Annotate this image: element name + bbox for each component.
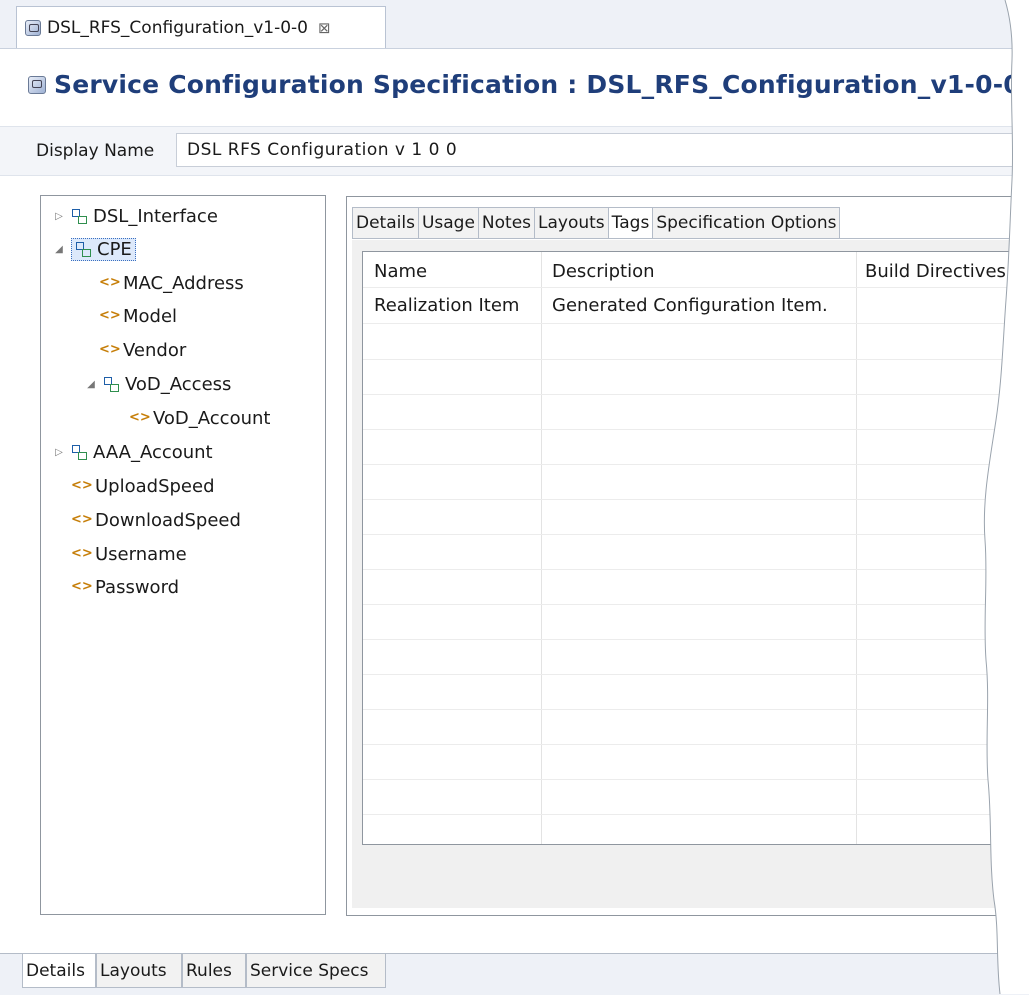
tree-item-uploadspeed[interactable]: <> UploadSpeed	[71, 472, 215, 500]
tree-item-downloadspeed[interactable]: <> DownloadSpeed	[71, 506, 241, 534]
page-title: Service Configuration Specification : DS…	[28, 70, 1021, 99]
table-row-empty	[363, 534, 1029, 570]
table-cell-name: Realization Item	[374, 295, 520, 316]
tree-item-aaa-account[interactable]: ▷ AAA_Account	[53, 438, 213, 466]
table-row-empty	[363, 324, 1029, 360]
tree-item-label: UploadSpeed	[95, 475, 215, 497]
tab-details[interactable]: Details	[352, 207, 418, 239]
table-row-empty	[363, 604, 1029, 640]
collapse-icon[interactable]: ◢	[85, 379, 97, 390]
table-row-empty	[363, 744, 1029, 780]
tab-divider	[352, 238, 1029, 239]
tree-item-dsl-interface[interactable]: ▷ DSL_Interface	[53, 202, 218, 230]
tree-item-label: AAA_Account	[93, 441, 213, 463]
column-header-name[interactable]: Name	[374, 261, 427, 282]
table-row-empty	[363, 394, 1029, 430]
tree-item-label: DownloadSpeed	[95, 509, 241, 531]
tree-item-label: Password	[95, 576, 180, 598]
table-row-empty	[363, 464, 1029, 500]
bottom-tab-service-specs[interactable]: Service Specs	[246, 954, 386, 988]
table-row-empty	[363, 814, 1029, 844]
page-title-text: Service Configuration Specification : DS…	[54, 70, 1021, 99]
element-icon: <>	[99, 308, 121, 323]
selected-node[interactable]: CPE	[71, 237, 136, 261]
tab-notes[interactable]: Notes	[477, 207, 535, 239]
close-icon[interactable]: ⊠	[318, 19, 331, 37]
tab-layouts[interactable]: Layouts	[534, 207, 608, 239]
table-cell-description: Generated Configuration Item.	[552, 295, 828, 316]
tree-item-label: CPE	[97, 238, 132, 260]
tree-item-username[interactable]: <> Username	[71, 540, 187, 568]
tree-item-vod-account[interactable]: <> VoD_Account	[129, 404, 270, 432]
bottom-tab-bar: Details Layouts Rules Service Specs	[0, 953, 1029, 995]
expand-icon[interactable]: ▷	[53, 447, 65, 458]
tab-usage[interactable]: Usage	[417, 207, 478, 239]
table-row-empty	[363, 499, 1029, 535]
spec-icon	[28, 75, 46, 94]
bottom-tab-details[interactable]: Details	[22, 954, 96, 988]
tree-item-label: Model	[123, 305, 178, 327]
structure-icon	[71, 444, 87, 460]
bottom-tab-rules[interactable]: Rules	[182, 954, 246, 988]
tree-item-vod-access[interactable]: ◢ VoD_Access	[85, 370, 231, 398]
display-name-row: Display Name DSL RFS Configuration v 1 0…	[0, 126, 1029, 176]
table-row-empty	[363, 569, 1029, 605]
element-icon: <>	[71, 512, 93, 527]
element-icon: <>	[71, 546, 93, 561]
tree-item-label: MAC_Address	[123, 272, 244, 294]
table-row-empty	[363, 639, 1029, 675]
element-icon: <>	[129, 410, 151, 425]
structure-icon	[75, 241, 91, 257]
expand-icon[interactable]: ▷	[53, 211, 65, 222]
tree-item-label: VoD_Access	[125, 373, 232, 395]
tab-tags[interactable]: Tags	[607, 207, 653, 239]
table-row-empty	[363, 429, 1029, 465]
editor-tab[interactable]: DSL_RFS_Configuration_v1-0-0 ⊠	[16, 6, 386, 48]
tree-item-vendor[interactable]: <> Vendor	[99, 336, 186, 364]
display-name-field[interactable]: DSL RFS Configuration v 1 0 0	[176, 133, 1029, 167]
table-row-empty	[363, 779, 1029, 815]
display-name-label: Display Name	[36, 141, 155, 161]
element-icon: <>	[99, 342, 121, 357]
collapse-icon[interactable]: ◢	[53, 244, 65, 255]
table-row-empty	[363, 359, 1029, 395]
editor-tab-label: DSL_RFS_Configuration_v1-0-0	[47, 17, 309, 38]
element-icon: <>	[99, 275, 121, 290]
editor-tab-bar: DSL_RFS_Configuration_v1-0-0 ⊠	[0, 0, 1029, 49]
structure-icon	[71, 208, 87, 224]
structure-icon	[103, 376, 119, 392]
tree-item-mac-address[interactable]: <> MAC_Address	[99, 269, 244, 297]
structure-tree[interactable]: ▷ DSL_Interface ◢ CPE <> MAC_Address <> …	[40, 195, 326, 915]
column-header-build-directives[interactable]: Build Directives	[865, 261, 1006, 282]
element-icon: <>	[71, 478, 93, 493]
tab-specification-options[interactable]: Specification Options	[652, 207, 841, 239]
column-header-description[interactable]: Description	[552, 261, 655, 282]
tree-item-label: VoD_Account	[153, 407, 271, 429]
tree-item-cpe[interactable]: ◢ CPE	[53, 235, 136, 263]
table-header-row: Name Description Build Directives	[363, 252, 1029, 288]
spec-icon	[25, 19, 41, 36]
tree-item-password[interactable]: <> Password	[71, 573, 179, 601]
tree-item-label: DSL_Interface	[93, 205, 218, 227]
table-row[interactable]: Realization Item Generated Configuration…	[363, 288, 1029, 324]
tree-item-label: Vendor	[123, 339, 187, 361]
element-icon: <>	[71, 579, 93, 594]
tree-item-model[interactable]: <> Model	[99, 302, 177, 330]
inner-tab-bar: Details Usage Notes Layouts Tags Specifi…	[352, 207, 841, 239]
table-row-empty	[363, 674, 1029, 710]
bottom-tab-layouts[interactable]: Layouts	[96, 954, 182, 988]
table-row-empty	[363, 709, 1029, 745]
tree-item-label: Username	[95, 543, 187, 565]
tags-table[interactable]: Name Description Build Directives Realiz…	[362, 251, 1029, 845]
